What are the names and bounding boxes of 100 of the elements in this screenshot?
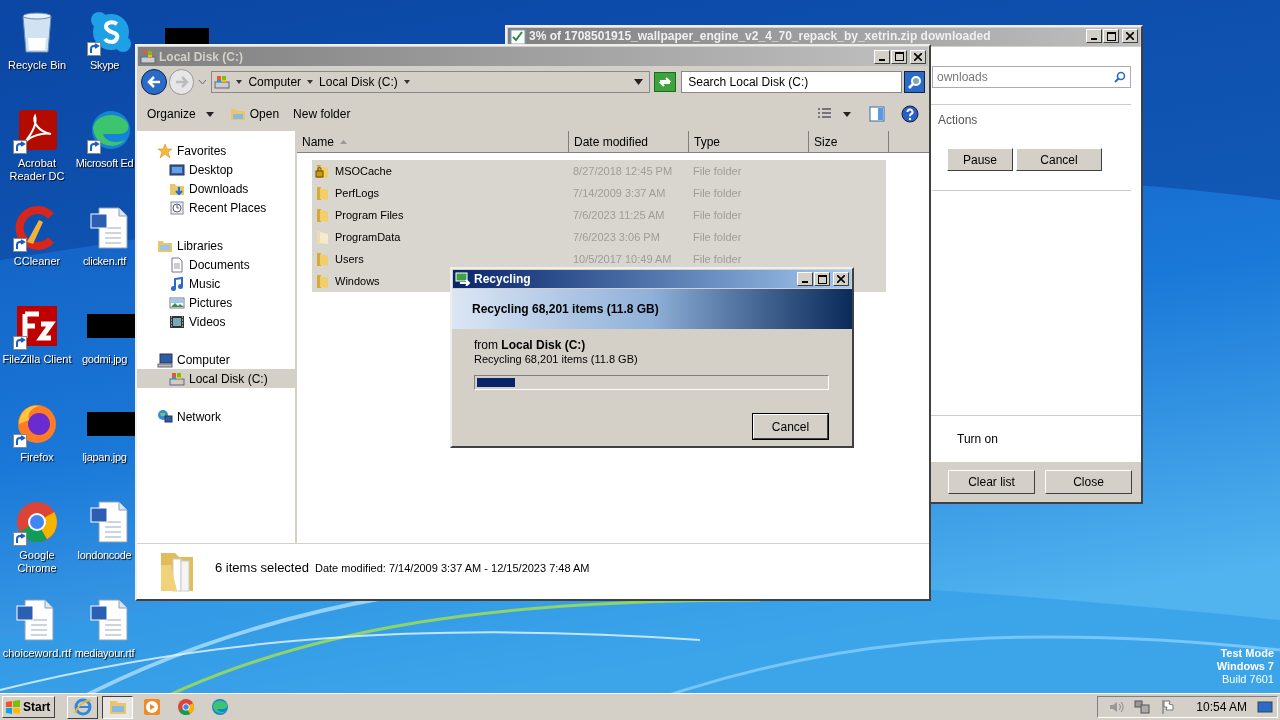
icon-label[interactable]: Acrobat Reader DC <box>0 157 74 183</box>
icon-label[interactable]: Firefox <box>0 451 74 464</box>
icon-label[interactable]: Microsoft Ed <box>74 157 135 170</box>
star-icon <box>157 142 173 159</box>
breadcrumb-item[interactable]: Local Disk (C:) <box>319 73 398 91</box>
column-header[interactable]: Type <box>689 131 809 153</box>
refresh-icon <box>658 76 673 88</box>
action-button[interactable]: Pause <box>947 148 1013 171</box>
footer-button[interactable]: Close <box>1045 470 1132 494</box>
caret-icon[interactable] <box>403 79 410 85</box>
film-icon <box>169 313 185 330</box>
nav-item[interactable]: Local Disk (C:) <box>137 369 295 388</box>
desktop-icon[interactable]: godmi.jpg <box>74 302 135 400</box>
nav-item[interactable]: Network <box>137 407 295 426</box>
column-header[interactable]: Size <box>809 131 889 153</box>
help-icon[interactable] <box>901 105 919 123</box>
icon-label[interactable]: clicken.rtf <box>74 255 135 268</box>
maximize-button[interactable] <box>891 49 907 64</box>
address-bar[interactable]: Computer Local Disk (C:) <box>211 71 651 93</box>
organize-button[interactable]: Organize <box>147 105 214 123</box>
column-header[interactable]: Name <box>297 131 569 153</box>
desktop-icon[interactable]: Skype <box>74 8 135 106</box>
caret-icon[interactable] <box>236 79 243 85</box>
nav-item[interactable]: Favorites <box>137 141 295 160</box>
desktop-icon[interactable]: Firefox <box>0 400 74 498</box>
view-options-icon[interactable] <box>817 107 833 121</box>
back-button[interactable] <box>141 69 167 95</box>
file-row[interactable]: ProgramData 7/6/2023 3:06 PM File folder <box>312 226 886 248</box>
dropdown-icon[interactable] <box>634 79 644 85</box>
folder-icon <box>315 207 331 223</box>
system-info-text: Test Mode <box>1220 647 1274 660</box>
column-header[interactable]: Date modified <box>569 131 689 153</box>
file-row[interactable]: PerfLogs 7/14/2009 3:37 AM File folder <box>312 182 886 204</box>
icon-label[interactable]: Skype <box>74 59 135 72</box>
maximize-button[interactable] <box>814 272 830 286</box>
monitor-icon <box>169 161 185 178</box>
desktop-icon[interactable]: ljapan.jpg <box>74 400 135 498</box>
desktop-icon[interactable]: FileZilla Client <box>0 302 74 400</box>
new-folder-button[interactable]: New folder <box>293 105 351 123</box>
desktop-icon[interactable]: Microsoft Ed <box>74 106 135 204</box>
close-button[interactable] <box>833 272 849 286</box>
maximize-icon <box>894 52 904 61</box>
search-field[interactable]: Search Local Disk (C:) <box>681 71 903 93</box>
desktop-icon[interactable]: clicken.rtf <box>74 204 135 302</box>
search-button[interactable] <box>904 71 925 93</box>
icon-label[interactable]: godmi.jpg <box>74 353 135 366</box>
footer-button[interactable]: Clear list <box>948 470 1035 494</box>
open-button[interactable]: Open <box>229 105 280 123</box>
nav-item[interactable]: Pictures <box>137 293 295 312</box>
icon-label[interactable]: londoncode <box>74 549 135 562</box>
nav-item[interactable]: Recent Places <box>137 198 295 217</box>
refresh-button[interactable] <box>654 72 677 92</box>
nav-item[interactable]: Documents <box>137 255 295 274</box>
clock-text[interactable]: 10:54 AM <box>1196 698 1247 716</box>
nav-label: Desktop <box>189 161 234 179</box>
file-row[interactable]: MSOCache 8/27/2018 12:45 PM File folder <box>312 160 886 182</box>
breadcrumb-item[interactable]: Computer <box>248 73 302 91</box>
nav-item[interactable]: Videos <box>137 312 295 331</box>
nav-item[interactable]: Desktop <box>137 160 295 179</box>
desktop-icon[interactable]: Google Chrome <box>0 498 74 596</box>
show-desktop-icon[interactable] <box>1257 700 1273 714</box>
search-field[interactable]: ownloads <box>932 66 1131 88</box>
desktop-icon[interactable]: CCleaner <box>0 204 74 302</box>
play-icon <box>142 697 162 717</box>
minimize-button[interactable] <box>797 272 813 286</box>
drive-icon <box>140 48 156 65</box>
close-button[interactable] <box>910 49 926 64</box>
nav-item[interactable]: Libraries <box>137 236 295 255</box>
cancel-button[interactable]: Cancel <box>753 414 828 439</box>
maximize-button[interactable] <box>1103 29 1119 43</box>
desktop-icon[interactable]: Recycle Bin <box>0 8 74 106</box>
icon-label[interactable]: Recycle Bin <box>0 59 74 72</box>
network-icon[interactable] <box>1134 699 1151 715</box>
start-button[interactable]: Start <box>2 696 55 718</box>
nav-item[interactable]: Computer <box>137 350 295 369</box>
nav-item[interactable]: Downloads <box>137 179 295 198</box>
icon-label[interactable]: CCleaner <box>0 255 74 268</box>
drive-icon <box>214 74 231 90</box>
desktop-icon[interactable]: londoncode <box>74 498 135 596</box>
minimize-button[interactable] <box>1086 29 1102 43</box>
icon-label[interactable]: FileZilla Client <box>0 353 74 366</box>
flag-icon[interactable] <box>1160 699 1177 715</box>
close-button[interactable] <box>1122 29 1138 43</box>
preview-pane-icon[interactable] <box>869 106 885 122</box>
windows-logo-icon <box>5 699 21 715</box>
turn-on-link[interactable]: Turn on <box>957 430 1131 448</box>
file-row[interactable]: Program Files 7/6/2023 11:25 AM File folder <box>312 204 886 226</box>
caret-icon[interactable] <box>843 111 851 117</box>
file-name: MSOCache <box>335 163 392 179</box>
icon-label[interactable]: Google Chrome <box>0 549 74 575</box>
desktop-icon[interactable]: Acrobat Reader DC <box>0 106 74 204</box>
date-cell: 7/6/2023 11:25 AM <box>573 208 665 221</box>
caret-icon[interactable] <box>307 79 314 85</box>
minimize-button[interactable] <box>874 49 890 64</box>
action-button[interactable]: Cancel <box>1016 148 1102 171</box>
nav-item[interactable]: Music <box>137 274 295 293</box>
taskbar-app-button[interactable] <box>102 695 133 719</box>
file-name: ProgramData <box>335 229 401 245</box>
icon-label[interactable]: ljapan.jpg <box>74 451 135 464</box>
close-icon <box>1126 32 1134 40</box>
